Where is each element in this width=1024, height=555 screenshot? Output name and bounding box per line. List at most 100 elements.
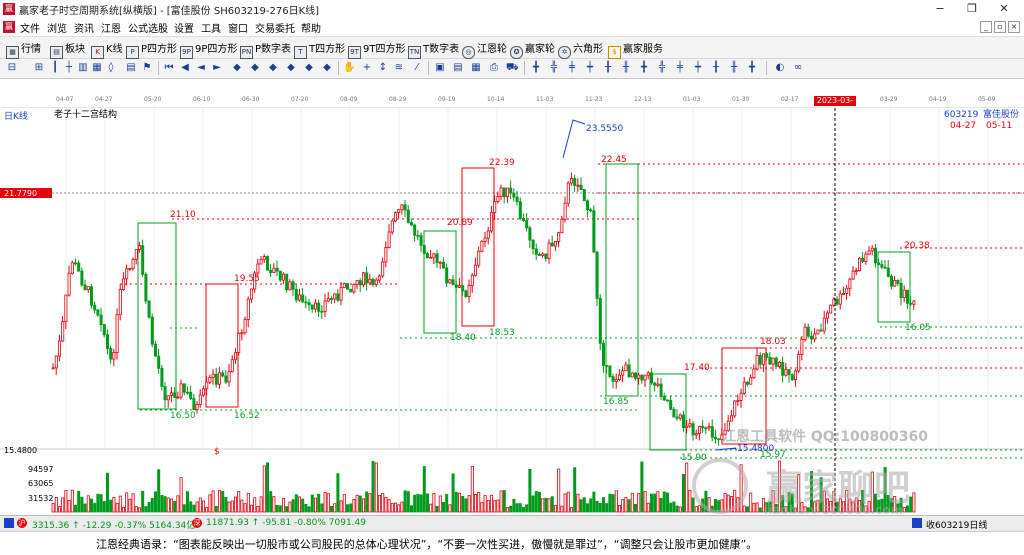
calc-icon[interactable]: ▣	[434, 62, 446, 74]
chart-tool-10-icon[interactable]: ┿	[692, 62, 704, 74]
text-tool-icon[interactable]: ◊	[105, 62, 117, 74]
tool-p-table[interactable]: PN P数字表	[240, 40, 291, 59]
diamond-5-icon[interactable]: ◆	[303, 62, 315, 74]
volume-bar	[678, 506, 682, 513]
watermark-line1: 江恩工具软件 QQ:100800360	[722, 428, 928, 445]
menu-file[interactable]: 文件	[20, 20, 40, 35]
step-icon[interactable]: ▦	[91, 62, 103, 74]
line-icon[interactable]: ↕	[377, 62, 389, 74]
diamond-3-icon[interactable]: ◆	[267, 62, 279, 74]
table-icon[interactable]: ▦	[470, 62, 482, 74]
candles-icon[interactable]: ┼	[63, 62, 75, 74]
candle-body	[58, 340, 62, 357]
chart-tool-7-icon[interactable]: ╋	[638, 62, 650, 74]
bars-icon[interactable]: ┃	[49, 62, 61, 74]
zoom-icon[interactable]: ⊞	[33, 62, 45, 74]
color-wheel-icon[interactable]: ◐	[774, 62, 786, 74]
diamond-1-icon[interactable]: ◆	[231, 62, 243, 74]
grid-small-icon[interactable]	[4, 518, 14, 528]
candle-body	[505, 187, 509, 198]
tool-gann-wheel[interactable]: ◎ 江恩轮	[462, 40, 507, 59]
kline-chart[interactable]: 日K线 老子十二宫结构 603219 富佳股份 04-27 05-11 21.7…	[0, 108, 1024, 514]
crosshair-icon[interactable]: +	[361, 62, 373, 74]
volume-bar	[74, 504, 78, 513]
volume-bar	[61, 497, 65, 513]
diamond-6-icon[interactable]: ◆	[321, 62, 333, 74]
menu-trade[interactable]: 交易委托	[255, 20, 295, 35]
minimize-button[interactable]: −	[924, 0, 956, 18]
columns-icon[interactable]: ▥	[77, 62, 89, 74]
diamond-4-icon[interactable]: ◆	[285, 62, 297, 74]
menu-gann[interactable]: 江恩	[101, 20, 121, 35]
candle-body	[134, 249, 138, 260]
stats-icon[interactable]: ▤	[125, 62, 137, 74]
menu-formula[interactable]: 公式选股	[128, 20, 168, 35]
candle-body	[86, 286, 90, 291]
candle-body	[310, 304, 314, 310]
tool-p-square[interactable]: P P四方形	[126, 40, 177, 59]
menu-tools[interactable]: 工具	[201, 20, 221, 35]
chart-tool-12-icon[interactable]: ╫	[728, 62, 740, 74]
child-restore-button[interactable]: ▫	[994, 21, 1006, 33]
tool-quotes[interactable]: ▦ 行情	[6, 40, 41, 59]
infinity-icon[interactable]: ∞	[792, 62, 804, 74]
child-minimize-button[interactable]: _	[980, 21, 992, 33]
date-label: 05-20	[144, 96, 162, 103]
left-icon[interactable]: ◄	[195, 62, 207, 74]
candle-body	[838, 293, 842, 305]
tool-kline[interactable]: K K线	[91, 40, 123, 59]
volume-bar	[425, 493, 429, 513]
tool-9t-square[interactable]: 9T 9T四方形	[348, 40, 405, 59]
chart-tool-6-icon[interactable]: ╫	[620, 62, 632, 74]
chart-tool-1-icon[interactable]: ╋	[530, 62, 542, 74]
car-icon[interactable]: ⛟	[506, 62, 519, 74]
volume-bar	[618, 504, 622, 513]
volume-bar	[281, 498, 285, 513]
prev-icon[interactable]: ◀	[179, 62, 191, 74]
flag-icon[interactable]: ⚑	[141, 62, 153, 74]
volume-bar	[624, 497, 628, 513]
volume-bar	[413, 494, 417, 513]
menu-settings[interactable]: 设置	[174, 20, 194, 35]
tool-9p-square[interactable]: 9P 9P四方形	[180, 40, 237, 59]
tool-hexagram[interactable]: ✡ 六角形	[558, 40, 603, 59]
volume-bar	[150, 497, 154, 513]
close-button[interactable]: ✕	[988, 0, 1020, 18]
tool-t-square[interactable]: T T四方形	[294, 40, 345, 59]
volume-bar	[589, 498, 593, 513]
right-icon[interactable]: ►	[211, 62, 223, 74]
candle-body	[176, 396, 180, 399]
child-close-button[interactable]: ×	[1008, 21, 1020, 33]
period-icon[interactable]: ⊟	[6, 62, 18, 74]
diamond-2-icon[interactable]: ◆	[249, 62, 261, 74]
tool-winner-wheel[interactable]: ✪ 赢家轮	[510, 40, 555, 59]
maximize-button[interactable]: ❐	[956, 0, 988, 18]
chart-tool-2-icon[interactable]: ╬	[548, 62, 560, 74]
chart-tool-8-icon[interactable]: ╬	[656, 62, 668, 74]
tool-sectors[interactable]: ▤ 板块	[50, 40, 85, 59]
volume-bar	[173, 500, 177, 513]
candle-body	[656, 383, 660, 386]
volume-bar	[755, 502, 759, 513]
trend-icon[interactable]: ⁄	[411, 62, 423, 74]
candle-body	[54, 355, 58, 369]
volume-bar	[528, 468, 532, 513]
menu-browse[interactable]: 浏览	[47, 20, 67, 35]
fib-icon[interactable]: ≋	[393, 62, 405, 74]
chart-tool-5-icon[interactable]: ╂	[602, 62, 614, 74]
volume-bar	[125, 492, 129, 513]
print-icon[interactable]: ⎙	[488, 62, 500, 74]
tool-winner-service[interactable]: $ 赢家服务	[608, 40, 663, 59]
chart-tool-3-icon[interactable]: ╪	[566, 62, 578, 74]
menu-info[interactable]: 资讯	[74, 20, 94, 35]
chart-tool-4-icon[interactable]: ┿	[584, 62, 596, 74]
menu-help[interactable]: 帮助	[301, 20, 321, 35]
hand-icon[interactable]: ✋	[343, 62, 355, 74]
menu-window[interactable]: 窗口	[228, 20, 248, 35]
chart-tool-13-icon[interactable]: ╋	[746, 62, 758, 74]
save-icon[interactable]: ▤	[452, 62, 464, 74]
tool-t-table[interactable]: TN T数字表	[408, 40, 459, 59]
first-icon[interactable]: ⏮	[163, 62, 175, 74]
chart-tool-9-icon[interactable]: ╪	[674, 62, 686, 74]
chart-tool-11-icon[interactable]: ╂	[710, 62, 722, 74]
